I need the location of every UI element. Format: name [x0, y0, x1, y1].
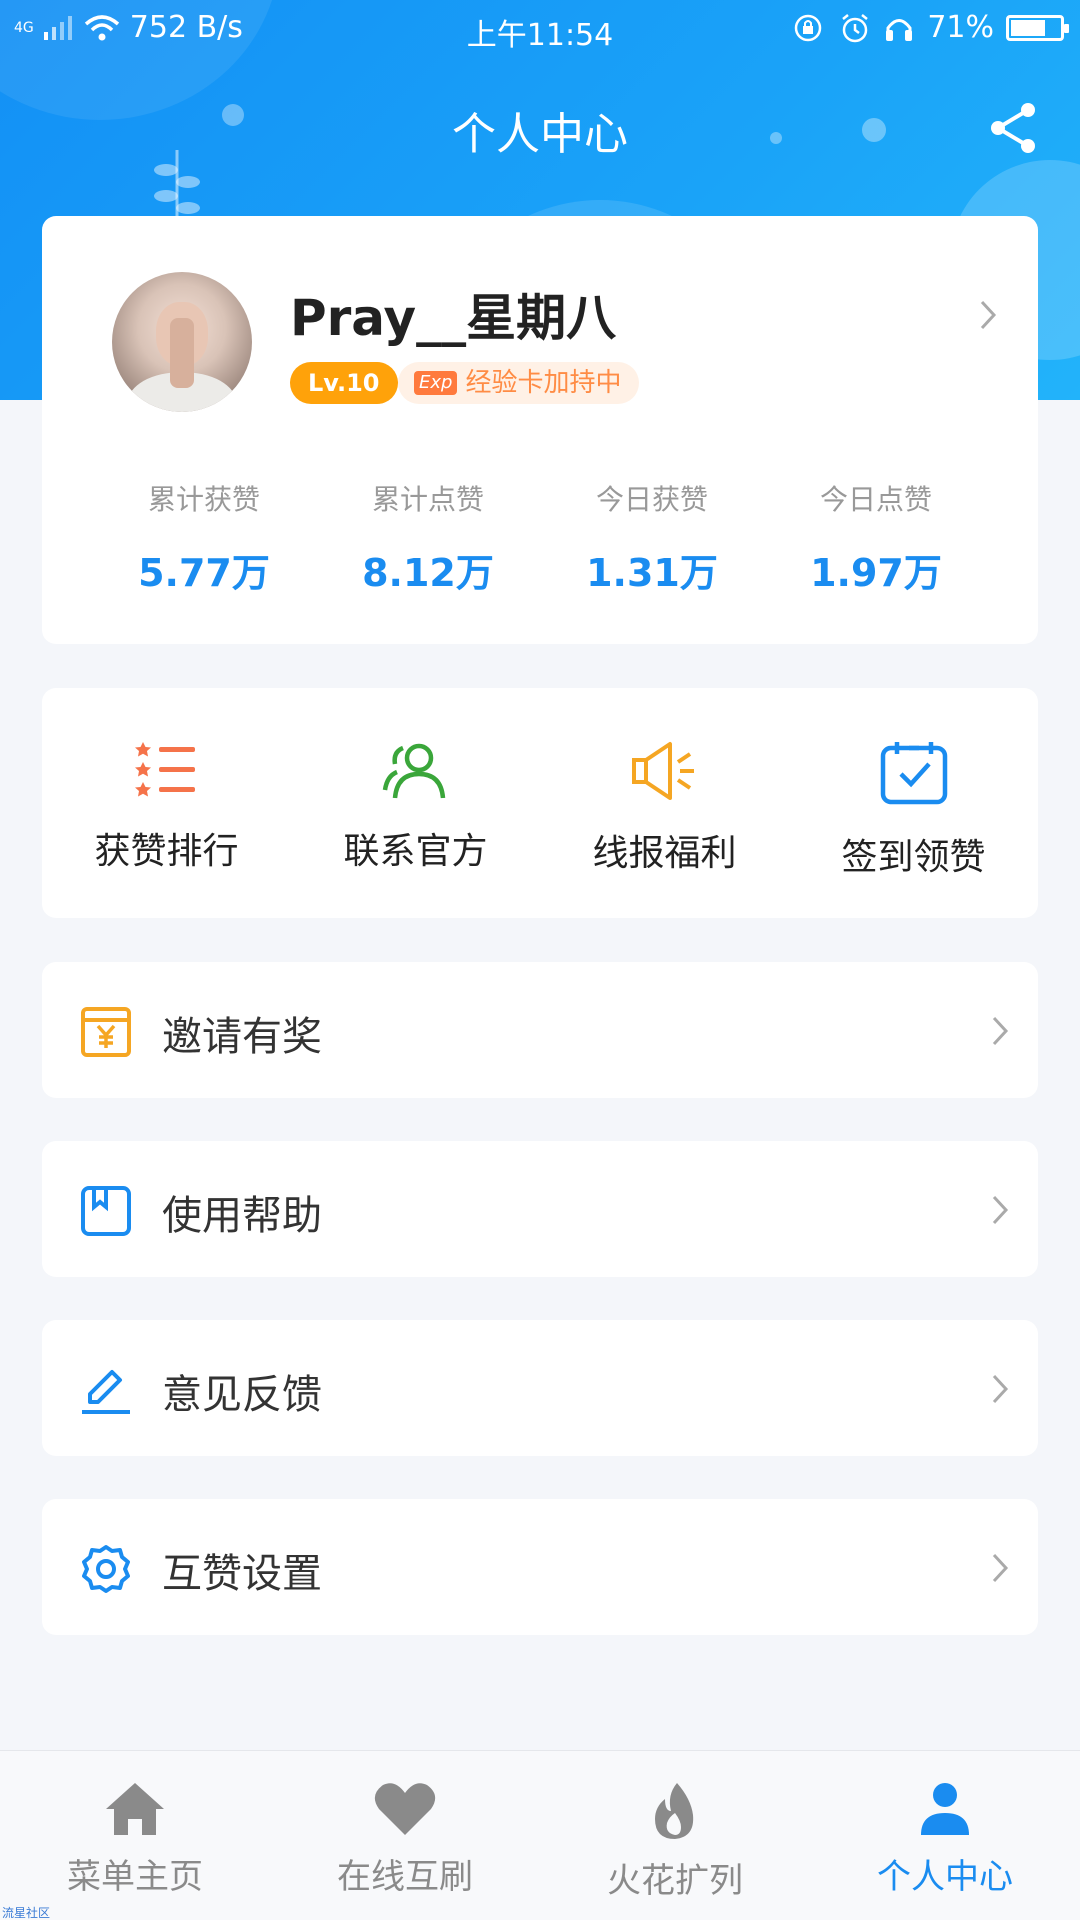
- stat-value: 1.97万: [810, 551, 942, 595]
- gear-icon: [82, 1545, 130, 1593]
- nav-tab-spark[interactable]: 火花扩列: [540, 1751, 810, 1920]
- stat-total-given: 累计点赞 8.12万: [316, 478, 540, 597]
- chevron-right-icon: [992, 1195, 1009, 1225]
- menu-item-label: 意见反馈: [162, 1372, 322, 1418]
- stat-today-given: 今日点赞 1.97万: [764, 478, 988, 597]
- chevron-right-icon: [992, 1016, 1009, 1046]
- chevron-right-icon: [992, 1553, 1009, 1583]
- home-icon: [106, 1783, 164, 1835]
- quick-action-checkin[interactable]: 签到领赞: [789, 688, 1038, 918]
- stat-label: 今日点赞: [819, 483, 932, 516]
- status-bar: 4G 752 B/s 上午11:54 71%: [0, 0, 1080, 56]
- stat-value: 5.77万: [138, 551, 270, 595]
- level-badge: Lv.10: [290, 362, 398, 404]
- quick-action-label: 线报福利: [592, 833, 737, 874]
- exp-status-text: 经验卡加持中: [465, 368, 622, 398]
- menu-item-label: 互赞设置: [162, 1551, 322, 1597]
- flame-icon: [655, 1783, 694, 1839]
- battery-percent: 71%: [927, 10, 994, 45]
- stat-value: 8.12万: [362, 551, 494, 595]
- nav-tab-label: 菜单主页: [67, 1857, 203, 1897]
- battery-icon: [1006, 14, 1069, 41]
- stat-label: 累计点赞: [371, 483, 484, 516]
- pencil-edit-icon: [82, 1370, 130, 1414]
- contact-people-icon: [382, 743, 445, 799]
- menu-item-settings[interactable]: 互赞设置: [42, 1499, 1038, 1635]
- quick-actions-card: 获赞排行 联系官方 线报福利 签到领赞: [42, 688, 1038, 918]
- avatar[interactable]: [112, 272, 252, 412]
- nav-tab-online[interactable]: 在线互刷: [270, 1751, 540, 1920]
- bottom-navigation: 菜单主页 在线互刷 火花扩列 个人中心: [0, 1750, 1080, 1920]
- alarm-icon: [842, 13, 869, 42]
- page-title: 个人中心: [452, 109, 628, 160]
- nav-tab-home[interactable]: 菜单主页: [0, 1751, 270, 1920]
- chevron-right-icon: [992, 1374, 1009, 1404]
- quick-action-label: 联系官方: [343, 831, 488, 872]
- profile-card[interactable]: Pray__星期八 Lv.10 Exp 经验卡加持中 累计获赞 5.77万 累计…: [42, 216, 1038, 644]
- menu-item-help[interactable]: 使用帮助: [42, 1141, 1038, 1277]
- clock: 上午11:54: [466, 18, 614, 53]
- nav-tab-profile[interactable]: 个人中心: [810, 1751, 1080, 1920]
- chevron-right-icon[interactable]: [978, 298, 998, 332]
- calendar-check-icon: [880, 742, 947, 805]
- nav-tab-label: 在线互刷: [337, 1857, 473, 1897]
- nav-tab-label: 个人中心: [877, 1857, 1013, 1897]
- heart-icon: [374, 1783, 436, 1835]
- stats-row: 累计获赞 5.77万 累计点赞 8.12万 今日获赞 1.31万 今日点赞 1.…: [42, 478, 1038, 597]
- person-icon: [921, 1783, 969, 1835]
- nav-tab-label: 火花扩列: [607, 1861, 743, 1901]
- quick-action-deals[interactable]: 线报福利: [540, 688, 789, 918]
- yuan-coupon-icon: [81, 1007, 131, 1057]
- menu-item-label: 使用帮助: [162, 1193, 322, 1239]
- exp-card-icon: Exp: [414, 371, 458, 395]
- quick-action-label: 获赞排行: [94, 831, 239, 872]
- stat-total-received: 累计获赞 5.77万: [92, 478, 316, 597]
- quick-action-contact[interactable]: 联系官方: [291, 688, 540, 918]
- quick-action-label: 签到领赞: [841, 837, 986, 878]
- stat-today-received: 今日获赞 1.31万: [540, 478, 764, 597]
- bookmark-book-icon: [81, 1186, 131, 1236]
- stat-value: 1.31万: [586, 551, 718, 595]
- share-icon[interactable]: [986, 100, 1042, 156]
- stat-label: 累计获赞: [147, 483, 260, 516]
- quick-action-ranking[interactable]: 获赞排行: [42, 688, 291, 918]
- menu-item-feedback[interactable]: 意见反馈: [42, 1320, 1038, 1456]
- megaphone-icon: [631, 742, 694, 800]
- menu-item-invite[interactable]: 邀请有奖: [42, 962, 1038, 1098]
- watermark: 流星社区: [2, 1906, 51, 1920]
- lock-rotation-icon: [795, 14, 822, 41]
- exp-badge: Exp 经验卡加持中: [398, 362, 640, 404]
- headphones-icon: [886, 18, 913, 41]
- menu-item-label: 邀请有奖: [162, 1014, 322, 1060]
- stat-label: 今日获赞: [595, 483, 708, 516]
- username: Pray__星期八: [290, 289, 617, 347]
- ranking-list-icon: [134, 742, 195, 797]
